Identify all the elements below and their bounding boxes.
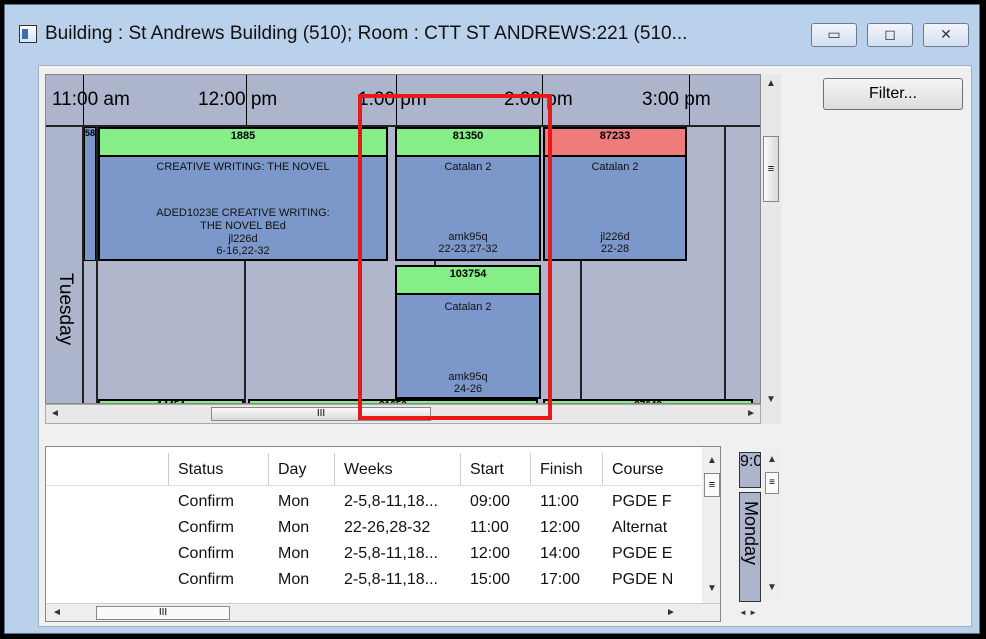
day-label-monday: Monday	[741, 501, 761, 566]
cell-status: Confirm	[178, 571, 235, 588]
event-header[interactable]: 87233	[543, 127, 687, 157]
cell-course: PGDE E	[612, 545, 673, 562]
column-header-start[interactable]: Start	[470, 461, 504, 479]
title-bar[interactable]: Building : St Andrews Building (510); Ro…	[5, 5, 979, 65]
scroll-left-arrow-icon[interactable]: ◄	[52, 607, 62, 618]
event-title: CREATIVE WRITING: THE NOVEL	[156, 161, 330, 173]
cell-start: 11:00	[470, 519, 509, 536]
list-vertical-scrollbar[interactable]: ▲ ≡ ▼	[702, 447, 720, 603]
cell-start: 12:00	[470, 545, 511, 562]
event-weeks: 22-28	[600, 243, 630, 255]
partial-event-text: 58	[85, 128, 96, 138]
mini-vertical-scrollbar[interactable]: ▲ ≡ ▼	[763, 446, 781, 602]
event-header[interactable]: 81350	[395, 127, 541, 157]
cell-day: Mon	[278, 545, 310, 562]
cell-course: Alternat	[612, 519, 668, 536]
cell-finish: 14:00	[540, 545, 581, 562]
scroll-down-arrow-icon[interactable]: ▼	[767, 582, 777, 593]
time-label: 2:00 pm	[504, 89, 573, 110]
time-label: 11:00 am	[52, 89, 130, 110]
cell-weeks: 2-5,8-11,18...	[344, 571, 438, 588]
time-label: 1:00 pm	[358, 89, 427, 110]
timetable-grid[interactable]: 11:00 am 12:00 pm 1:00 pm 2:00 pm 3:00 p…	[45, 74, 761, 404]
cell-weeks: 2-5,8-11,18...	[344, 545, 438, 562]
scroll-down-arrow-icon[interactable]: ▼	[707, 583, 717, 594]
cell-finish: 11:00	[540, 493, 579, 510]
cell-course: PGDE F	[612, 493, 672, 510]
partial-event[interactable]: 58	[84, 127, 96, 261]
event-title: Catalan 2	[591, 161, 639, 173]
mini-time-text: 9:0	[740, 453, 761, 470]
close-button[interactable]: ✕	[923, 23, 969, 47]
scroll-up-arrow-icon[interactable]: ▲	[707, 455, 717, 466]
event-header[interactable]: 1885	[98, 127, 388, 157]
event-description: ADED1023E CREATIVE WRITING: THE NOVEL BE…	[156, 207, 330, 232]
column-header-weeks[interactable]: Weeks	[344, 461, 393, 479]
event-body[interactable]: CREATIVE WRITING: THE NOVEL ADED1023E CR…	[98, 157, 388, 261]
cell-finish: 12:00	[540, 519, 581, 536]
minimize-button[interactable]: ▭	[811, 23, 857, 47]
scroll-up-arrow-icon[interactable]: ▲	[766, 78, 776, 89]
column-header-day[interactable]: Day	[278, 461, 306, 479]
list-horizontal-scrollbar[interactable]: ◄ III ►	[46, 603, 720, 621]
time-label: 3:00 pm	[642, 89, 711, 110]
mini-scroll-arrows-icon[interactable]: ◄ ►	[739, 608, 757, 617]
mini-day-band: Monday	[739, 492, 761, 602]
column-header-status[interactable]: Status	[178, 461, 223, 479]
grid-hscroll-thumb[interactable]: III	[211, 407, 431, 421]
time-header: 11:00 am 12:00 pm 1:00 pm 2:00 pm 3:00 p…	[46, 75, 760, 127]
event-weeks: 24-26	[453, 383, 483, 395]
event-header[interactable]: 103754	[395, 265, 541, 295]
maximize-button[interactable]: ◻	[867, 23, 913, 47]
client-area: 11:00 am 12:00 pm 1:00 pm 2:00 pm 3:00 p…	[38, 65, 972, 627]
event-id: 81350	[452, 130, 484, 142]
scroll-right-arrow-icon[interactable]: ►	[666, 607, 676, 618]
mini-vscroll-thumb[interactable]: ≡	[765, 472, 779, 494]
scroll-down-arrow-icon[interactable]: ▼	[766, 394, 776, 405]
timetable-body: 58 1885 CREATIVE WRITING: THE NOVEL ADED…	[84, 127, 760, 403]
event-title: Catalan 2	[444, 161, 492, 173]
event-title: Catalan 2	[444, 301, 492, 313]
scroll-up-arrow-icon[interactable]: ▲	[767, 454, 777, 465]
cell-day: Mon	[278, 493, 310, 510]
cell-weeks: 22-26,28-32	[344, 519, 431, 536]
cell-day: Mon	[278, 519, 310, 536]
day-band: Tuesday	[46, 127, 84, 403]
cell-finish: 17:00	[540, 571, 581, 588]
mini-time-label: 9:0	[739, 452, 761, 488]
event-id: 87233	[599, 130, 631, 142]
scroll-right-arrow-icon[interactable]: ►	[746, 408, 756, 419]
event-weeks: 6-16,22-32	[216, 245, 270, 257]
cell-weeks: 2-5,8-11,18...	[344, 493, 438, 510]
cell-day: Mon	[278, 571, 310, 588]
cell-start: 09:00	[470, 493, 511, 510]
time-label: 12:00 pm	[198, 89, 278, 110]
cell-status: Confirm	[178, 519, 235, 536]
mini-day-pane[interactable]: 9:0 Monday ▲ ≡ ▼ ◄ ►	[731, 446, 781, 622]
day-label-tuesday: Tuesday	[55, 273, 76, 346]
window-title: Building : St Andrews Building (510); Ro…	[45, 23, 688, 44]
column-header-course[interactable]: Course	[612, 461, 664, 479]
event-body[interactable]: Catalan 2 amk95q 24-26	[395, 295, 541, 399]
grid-vertical-scrollbar[interactable]: ▲ ≡ ▼	[761, 74, 781, 424]
list-hscroll-thumb[interactable]: III	[96, 606, 230, 620]
app-icon	[19, 25, 37, 43]
grid-vscroll-thumb[interactable]: ≡	[763, 136, 779, 202]
scroll-left-arrow-icon[interactable]: ◄	[50, 408, 60, 419]
column-header-finish[interactable]: Finish	[540, 461, 583, 479]
event-id: 103754	[449, 268, 487, 280]
event-weeks: 22-23,27-32	[438, 243, 498, 255]
grid-horizontal-scrollbar[interactable]: ◄ III ►	[45, 404, 761, 424]
cell-status: Confirm	[178, 545, 235, 562]
cell-course: PGDE N	[612, 571, 674, 588]
cell-status: Confirm	[178, 493, 235, 510]
cell-start: 15:00	[470, 571, 511, 588]
filter-button[interactable]: Filter...	[823, 78, 963, 110]
event-body[interactable]: Catalan 2 amk95q 22-23,27-32	[395, 157, 541, 261]
event-body[interactable]: Catalan 2 jl226d 22-28	[543, 157, 687, 261]
event-id: 1885	[230, 130, 256, 142]
timetable-window: Building : St Andrews Building (510); Ro…	[4, 4, 980, 634]
list-vscroll-thumb[interactable]: ≡	[704, 473, 720, 497]
event-list[interactable]: Status Day Weeks Start Finish Course Con…	[45, 446, 721, 622]
